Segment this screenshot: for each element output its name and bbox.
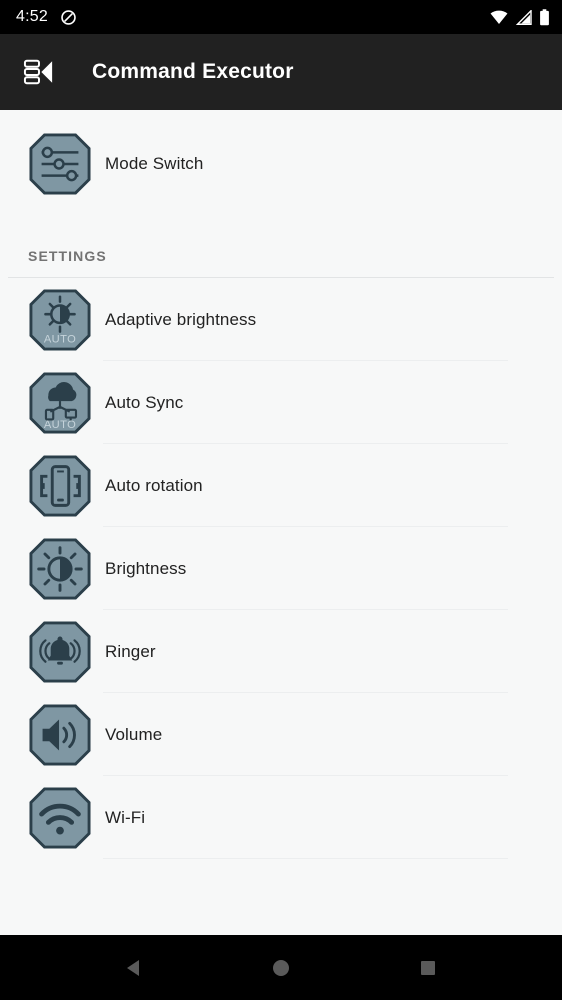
battery-full-icon: [539, 8, 550, 26]
ringer-bell-icon: [28, 620, 92, 684]
list-item-brightness[interactable]: Brightness: [0, 527, 562, 610]
list-item-label: Mode Switch: [105, 154, 204, 173]
auto-rotate-icon: [28, 454, 92, 518]
section-header-settings: SETTINGS: [0, 218, 562, 278]
list-item-mode-switch[interactable]: Mode Switch: [0, 110, 562, 218]
list-item-label: Adaptive brightness: [105, 309, 257, 329]
status-bar: 4:52: [0, 0, 562, 34]
list-item-label: Auto Sync: [105, 392, 184, 412]
app-bar: Command Executor: [0, 34, 562, 110]
list-item-label: Wi-Fi: [105, 807, 146, 827]
phone-screen: 4:52 Command Executor Mode Switch SETTIN…: [0, 0, 562, 1000]
list-item-auto-rotation[interactable]: Auto rotation: [0, 444, 562, 527]
sliders-icon: [28, 132, 92, 196]
status-bar-right: [490, 8, 550, 26]
recents-square-icon[interactable]: [400, 940, 456, 996]
auto-brightness-icon: AUTO: [28, 288, 92, 352]
list-item-wifi[interactable]: Wi-Fi: [0, 776, 562, 859]
svg-text:AUTO: AUTO: [44, 419, 76, 431]
list-item-label: Volume: [105, 724, 163, 744]
list-item-label: Auto rotation: [105, 475, 203, 495]
list-item-volume[interactable]: Volume: [0, 693, 562, 776]
list-item-label: Brightness: [105, 558, 187, 578]
navigation-bar: [0, 935, 562, 1000]
list-item-label: Ringer: [105, 641, 156, 661]
status-time: 4:52: [16, 8, 48, 25]
cellular-signal-icon: [515, 9, 532, 25]
auto-sync-icon: AUTO: [28, 371, 92, 435]
wifi-icon: [28, 786, 92, 850]
list-item-ringer[interactable]: Ringer: [0, 610, 562, 693]
settings-list: Mode Switch SETTINGS AUTO Adaptive brigh…: [0, 110, 562, 935]
list-item-auto-sync[interactable]: AUTO Auto Sync: [0, 361, 562, 444]
back-triangle-icon[interactable]: [106, 940, 162, 996]
svg-text:AUTO: AUTO: [44, 333, 76, 345]
status-bar-left: 4:52: [16, 8, 77, 26]
wifi-icon: [490, 10, 508, 25]
drawer-back-icon[interactable]: [16, 49, 62, 95]
volume-speaker-icon: [28, 703, 92, 767]
page-title: Command Executor: [92, 60, 294, 83]
list-item-adaptive-brightness[interactable]: AUTO Adaptive brightness: [0, 278, 562, 361]
home-circle-icon[interactable]: [253, 940, 309, 996]
brightness-icon: [28, 537, 92, 601]
do-not-disturb-icon: [60, 9, 77, 26]
